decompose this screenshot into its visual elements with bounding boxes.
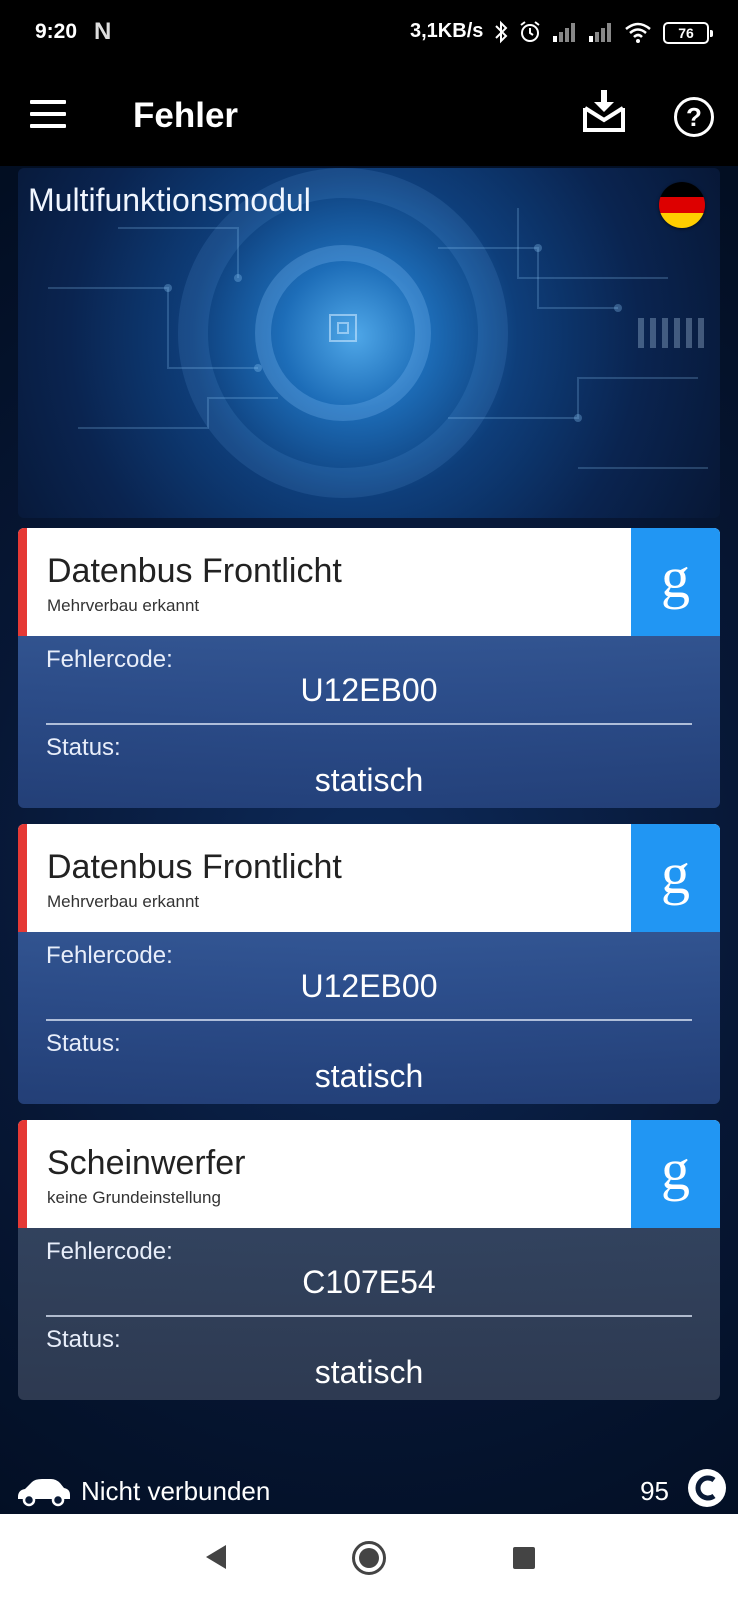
error-subtitle: Mehrverbau erkannt [47,596,200,615]
error-card-header: Datenbus Frontlicht Mehrverbau erkannt g [18,824,720,932]
status-value: statisch [314,762,424,798]
error-card-header: Datenbus Frontlicht Mehrverbau erkannt g [18,528,720,636]
germany-flag-icon[interactable] [659,182,705,228]
error-title: Scheinwerfer [47,1144,246,1182]
module-banner: Multifunktionsmodul [18,168,720,518]
alarm-icon [520,21,540,42]
back-icon[interactable] [204,1544,228,1570]
status-icons [494,18,652,46]
help-icon[interactable]: ? [674,97,714,137]
error-code-label: Fehlercode: [46,1238,173,1265]
google-search-icon: g [661,545,690,610]
battery-icon: 76 [663,22,713,44]
save-download-icon[interactable] [582,90,626,134]
status-bar: 9:20 N 3,1KB/s 76 [0,0,738,66]
status-time: 9:20 [35,20,78,43]
page-title: Fehler [133,96,239,135]
status-label: Status: [46,1326,121,1353]
system-nav-bar [0,1514,738,1600]
connection-status-bar: Nicht verbunden 95 [15,1468,727,1518]
home-icon[interactable] [352,1541,386,1575]
wifi-icon [625,22,651,43]
error-code-label: Fehlercode: [46,942,173,969]
error-card: Scheinwerfer keine Grundeinstellung g Fe… [18,1120,720,1400]
error-code-value: U12EB00 [300,672,438,708]
credits-icon[interactable] [687,1468,727,1508]
divider [46,723,692,725]
error-title: Datenbus Frontlicht [47,848,342,886]
bluetooth-icon [495,20,508,44]
notification-n-icon: N [94,18,112,45]
network-speed: 3,1KB/s [410,20,484,42]
status-value: statisch [314,1058,424,1094]
battery-level: 76 [678,25,694,41]
error-severity-bar [18,1120,27,1228]
google-search-button[interactable]: g [631,528,720,636]
car-icon[interactable] [15,1470,71,1510]
divider [46,1315,692,1317]
circuit-background [48,168,708,498]
credit-count: 95 [640,1476,669,1506]
divider [46,1019,692,1021]
google-search-button[interactable]: g [631,1120,720,1228]
error-card-header: Scheinwerfer keine Grundeinstellung g [18,1120,720,1228]
signal-icon [589,23,611,42]
connection-status: Nicht verbunden [81,1476,271,1506]
google-search-icon: g [661,1137,690,1202]
google-search-icon: g [661,841,690,906]
status-label: Status: [46,1030,121,1057]
error-subtitle: keine Grundeinstellung [47,1188,221,1207]
recents-icon[interactable] [513,1547,535,1569]
module-title: Multifunktionsmodul [28,182,311,218]
error-code-value: U12EB00 [300,968,438,1004]
error-card: Datenbus Frontlicht Mehrverbau erkannt g… [18,824,720,1104]
status-label: Status: [46,734,121,761]
error-severity-bar [18,528,27,636]
status-value: statisch [314,1354,424,1390]
signal-icon [553,23,575,42]
error-code-label: Fehlercode: [46,646,173,673]
error-severity-bar [18,824,27,932]
error-code-value: C107E54 [302,1264,436,1300]
menu-icon[interactable] [30,100,70,130]
app-bar: Fehler ? [0,66,738,166]
error-title: Datenbus Frontlicht [47,552,342,590]
error-card: Datenbus Frontlicht Mehrverbau erkannt g… [18,528,720,808]
error-subtitle: Mehrverbau erkannt [47,892,200,911]
google-search-button[interactable]: g [631,824,720,932]
